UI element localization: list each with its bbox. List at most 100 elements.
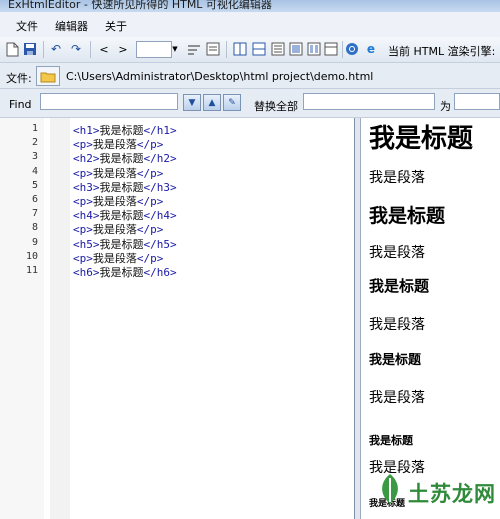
with-label: 为 [440,100,451,113]
code-text: 我是段落 [92,223,137,237]
window-title: ExHtmlEditor - 快速所见所得的 HTML 可视化编辑器 [8,0,272,11]
watermark-text: 土苏龙网 [408,482,496,506]
code-close-tag: </h1> [143,124,177,137]
split-vertical-icon[interactable] [232,41,248,57]
save-icon[interactable] [22,41,38,57]
code-text: 我是标题 [99,266,144,279]
open-folder-button[interactable] [36,66,60,86]
preview-heading-h2: 我是标题 [369,205,446,227]
line-number: 8 [31,222,38,234]
replace-all-label[interactable]: 替换全部 [254,98,298,114]
chrome-icon[interactable] [344,41,360,57]
preview-heading-h4: 我是标题 [369,353,422,368]
redo-icon[interactable]: ↷ [68,41,84,57]
line-number: 6 [31,194,38,205]
code-text: 我是标题 [99,180,144,194]
code-open-tag: <h6> [73,266,100,279]
preview-heading-h1: 我是标题 [369,124,474,154]
code-text: 我是标题 [99,124,144,137]
code-open-tag: <h5> [73,237,100,251]
split-horizontal-icon[interactable] [251,41,267,57]
watermark: 土苏龙网 [382,474,496,508]
toolbar-separator [226,41,227,58]
replace-input[interactable] [303,93,435,110]
code-text: 我是标题 [99,237,144,251]
line-number: 4 [31,165,38,177]
menu-editor[interactable]: 编辑器 [55,18,88,34]
html-preview-pane[interactable]: 我是标题 我是段落 我是标题 我是段落 我是标题 我是段落 我是标题 我是段落 我是标题 我是段落… [360,118,500,519]
title-bar: ExHtmlEditor - 快速所见所得的 HTML 可视化编辑器 [0,0,500,12]
render-engine-label: 当前 HTML 渲染引擎: [388,45,496,58]
ie-icon[interactable]: e [363,41,379,57]
find-prev-icon[interactable]: ▲ [203,94,221,111]
code-close-tag: </p> [136,138,164,152]
folder-icon [40,72,56,82]
preview-heading-h3: 我是标题 [369,277,430,295]
code-view-icon[interactable] [270,41,286,57]
code-open-tag: <p> [73,166,93,180]
code-open-tag: <h4> [73,209,100,223]
code-text: 我是段落 [92,138,137,152]
code-close-tag: </p> [136,251,164,265]
menu-about[interactable]: 关于 [105,18,127,34]
code-text: 我是段落 [92,195,137,208]
code-open-tag: <h1> [73,124,100,137]
wrap-icon[interactable] [186,41,202,57]
menu-file[interactable]: 文件 [16,18,38,34]
line-number: 5 [31,179,38,191]
toolbar: ↶ ↷ < > ▼ e 当前 HTML 渲染引擎: [0,37,500,63]
code-text: 我是段落 [92,166,137,180]
code-close-tag: </h6> [143,266,177,279]
chevron-down-icon[interactable]: ▼ [170,41,180,58]
with-input[interactable] [454,93,500,110]
code-open-tag: <p> [73,195,93,208]
preview-heading-h5: 我是标题 [369,434,413,447]
find-next-icon[interactable]: ▼ [183,94,201,111]
code-close-tag: </h4> [143,209,177,223]
line-number: 1 [31,123,38,134]
preview-paragraph: 我是段落 [369,170,425,186]
toolbar-separator [90,41,91,58]
find-label: Find [9,98,32,111]
find-bar: Find ▼ ▲ ✎ 替换全部 为 [0,89,500,118]
code-text: 我是标题 [99,209,144,223]
code-close-tag: </p> [136,166,164,180]
line-number: 3 [31,151,38,163]
file-path: C:\Users\Administrator\Desktop\html proj… [66,70,374,83]
preview-view-icon[interactable] [288,41,304,57]
line-number: 11 [25,265,38,276]
code-editor[interactable]: 1 2 3 4 5 6 7 8 9 10 11 <h1>我是标题</h1> <p>我是段落</p> <h… [0,118,355,519]
code-open-tag: <p> [73,223,93,237]
line-number: 10 [25,250,38,262]
code-close-tag: </h3> [143,180,177,194]
font-size-combo[interactable] [136,41,172,58]
code-open-tag: <p> [73,138,93,152]
less-than-icon[interactable]: < [96,41,112,57]
line-number: 2 [31,137,38,149]
line-number: 9 [31,236,38,248]
greater-than-icon[interactable]: > [115,41,131,57]
code-text: 我是标题 [99,152,144,166]
code-close-tag: </p> [136,223,164,237]
file-bar: 文件: C:\Users\Administrator\Desktop\html … [0,63,500,89]
highlight-icon[interactable]: ✎ [223,94,241,111]
code-close-tag: </p> [136,195,164,208]
code-close-tag: </h2> [143,152,177,166]
code-close-tag: </h5> [143,237,177,251]
both-view-icon[interactable] [306,41,322,57]
undo-icon[interactable]: ↶ [48,41,64,57]
new-file-icon[interactable] [4,41,20,57]
find-input[interactable] [40,93,178,110]
leaf-logo-icon [382,474,398,504]
code-text: 我是段落 [92,251,137,265]
code-open-tag: <h2> [73,152,100,166]
preview-paragraph: 我是段落 [369,245,425,261]
code-open-tag: <p> [73,251,93,265]
toolbar-separator [43,41,44,58]
code-open-tag: <h3> [73,180,100,194]
preview-paragraph: 我是段落 [369,317,425,333]
layout-icon[interactable] [323,41,339,57]
code-line[interactable]: <h6>我是标题</h6> [73,264,177,280]
format-icon[interactable] [205,41,221,57]
line-number: 7 [31,208,38,220]
